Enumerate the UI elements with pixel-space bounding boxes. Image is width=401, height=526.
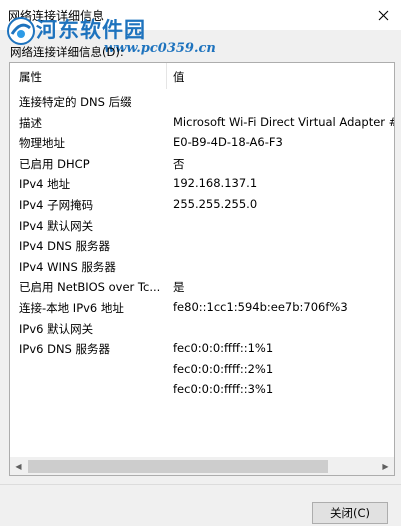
list-header: 属性 值: [10, 63, 394, 89]
list-rows: 连接特定的 DNS 后缀 描述 Microsoft Wi-Fi Direct Vir…: [10, 91, 394, 400]
table-row[interactable]: IPv4 DNS 服务器: [10, 235, 394, 256]
property-cell: IPv4 WINS 服务器: [19, 259, 116, 274]
value-cell: E0-B9-4D-18-A6-F3: [173, 135, 283, 150]
value-cell: fe80::1cc1:594b:ee7b:706f%3: [173, 299, 348, 314]
value-cell: fec0:0:0:ffff::3%1: [173, 382, 274, 397]
table-row[interactable]: 连接特定的 DNS 后缀: [10, 91, 394, 112]
details-group-label: 网络连接详细信息(D):: [10, 45, 124, 59]
details-list[interactable]: 属性 值 连接特定的 DNS 后缀 描述 Microsoft Wi-Fi Direc…: [9, 62, 395, 476]
close-icon: [378, 10, 388, 20]
table-row[interactable]: 物理地址 E0-B9-4D-18-A6-F3: [10, 132, 394, 153]
property-cell: IPv4 子网掩码: [19, 197, 94, 212]
table-row[interactable]: 连接-本地 IPv6 地址 fe80::1cc1:594b:ee7b:706f%3: [10, 297, 394, 318]
property-cell: 连接-本地 IPv6 地址: [19, 300, 124, 315]
value-cell: fec0:0:0:ffff::2%1: [173, 361, 274, 376]
scrollbar-thumb[interactable]: [28, 460, 328, 473]
value-cell: Microsoft Wi-Fi Direct Virtual Adapter #: [173, 114, 395, 129]
window-close-button[interactable]: [365, 0, 401, 30]
table-row[interactable]: IPv4 WINS 服务器: [10, 256, 394, 277]
table-row[interactable]: IPv6 DNS 服务器 fec0:0:0:ffff::1%1: [10, 338, 394, 359]
property-cell: IPv4 地址: [19, 177, 71, 192]
table-row[interactable]: IPv4 子网掩码 255.255.255.0: [10, 194, 394, 215]
property-cell: IPv6 DNS 服务器: [19, 342, 111, 357]
value-cell: 是: [173, 280, 185, 295]
value-cell: 255.255.255.0: [173, 196, 258, 211]
value-cell: 192.168.137.1: [173, 176, 258, 191]
table-row[interactable]: fec0:0:0:ffff::2%1: [10, 359, 394, 380]
property-cell: 物理地址: [19, 136, 65, 151]
column-header-property[interactable]: 属性: [19, 69, 42, 85]
table-row[interactable]: IPv4 地址 192.168.137.1: [10, 173, 394, 194]
table-row[interactable]: 已启用 NetBIOS over Tc... 是: [10, 276, 394, 297]
horizontal-scrollbar[interactable]: ◀ ▶: [10, 457, 394, 475]
table-row[interactable]: IPv6 默认网关: [10, 318, 394, 339]
table-row[interactable]: IPv4 默认网关: [10, 215, 394, 236]
table-row[interactable]: fec0:0:0:ffff::3%1: [10, 379, 394, 400]
window-title: 网络连接详细信息: [8, 9, 105, 23]
title-bar: 网络连接详细信息: [0, 0, 401, 30]
property-cell: IPv6 默认网关: [19, 321, 94, 336]
scroll-left-arrow-icon[interactable]: ◀: [10, 458, 27, 475]
property-cell: 已启用 NetBIOS over Tc...: [19, 280, 161, 295]
close-button[interactable]: 关闭(C): [312, 502, 388, 524]
column-header-value[interactable]: 值: [173, 69, 185, 85]
table-row[interactable]: 描述 Microsoft Wi-Fi Direct Virtual Adapter…: [10, 112, 394, 133]
table-row[interactable]: 已启用 DHCP 否: [10, 153, 394, 174]
divider: [0, 484, 401, 485]
scroll-right-arrow-icon[interactable]: ▶: [377, 458, 394, 475]
column-separator[interactable]: [166, 63, 167, 89]
property-cell: 已启用 DHCP: [19, 156, 90, 171]
property-cell: 描述: [19, 115, 42, 130]
property-cell: IPv4 DNS 服务器: [19, 239, 111, 254]
property-cell: 连接特定的 DNS 后缀: [19, 95, 132, 109]
value-cell: 否: [173, 156, 185, 171]
value-cell: fec0:0:0:ffff::1%1: [173, 341, 274, 356]
property-cell: IPv4 默认网关: [19, 218, 94, 233]
